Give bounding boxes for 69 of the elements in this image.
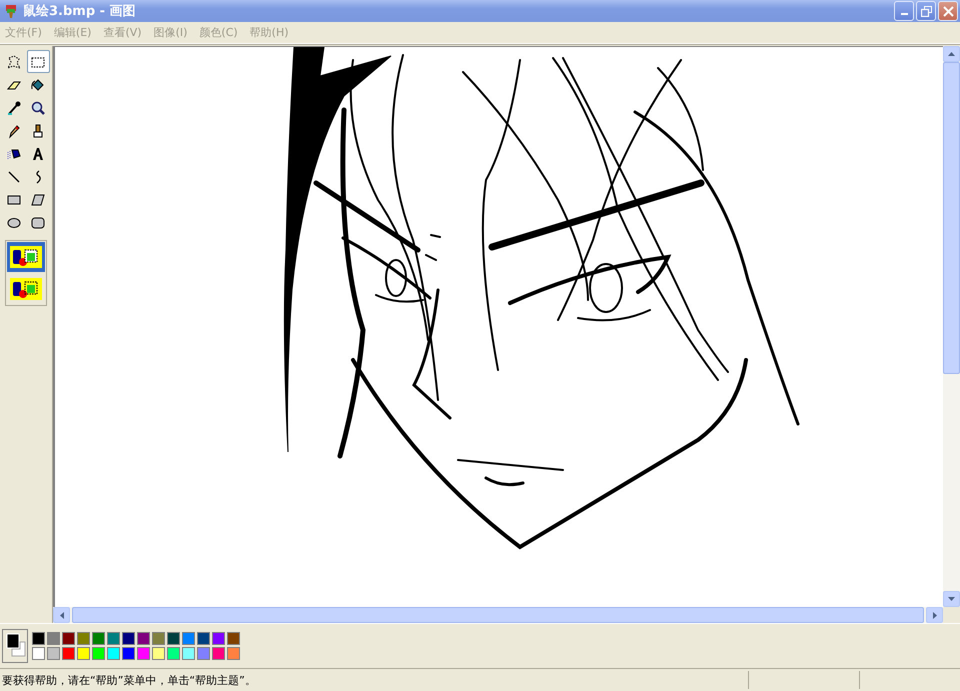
color-swatch[interactable] xyxy=(212,647,225,660)
tool-button[interactable] xyxy=(26,50,50,73)
tool-icon xyxy=(30,76,46,92)
restore-button[interactable] xyxy=(916,1,936,21)
scroll-up-button[interactable] xyxy=(943,46,960,62)
color-swatch[interactable] xyxy=(47,647,60,660)
color-swatch[interactable] xyxy=(107,647,120,660)
shapes-icon xyxy=(10,278,42,300)
color-swatch[interactable] xyxy=(182,632,195,645)
color-swatch[interactable] xyxy=(32,632,45,645)
color-swatch[interactable] xyxy=(62,632,75,645)
color-swatch[interactable] xyxy=(137,632,150,645)
color-swatch[interactable] xyxy=(92,647,105,660)
tool-icon xyxy=(30,100,46,116)
color-swatch[interactable] xyxy=(227,632,240,645)
right-arrow-icon xyxy=(932,612,936,618)
color-swatch[interactable] xyxy=(182,647,195,660)
menu-item[interactable]: 帮助(H) xyxy=(244,25,296,40)
drawing-canvas[interactable] xyxy=(53,46,943,607)
window-title: 鼠绘3.bmp - 画图 xyxy=(23,3,137,20)
down-arrow-icon xyxy=(948,597,955,601)
color-swatch[interactable] xyxy=(107,632,120,645)
tool-icon xyxy=(6,168,22,184)
tool-icon xyxy=(30,192,46,208)
color-swatch[interactable] xyxy=(167,647,180,660)
color-swatch[interactable] xyxy=(122,632,135,645)
menu-item[interactable]: 编辑(E) xyxy=(48,25,98,40)
scroll-left-button[interactable] xyxy=(53,607,70,623)
scroll-right-button[interactable] xyxy=(926,607,943,623)
tool-icon xyxy=(6,54,22,70)
close-button[interactable] xyxy=(938,1,958,21)
color-swatch[interactable] xyxy=(122,647,135,660)
scroll-down-button[interactable] xyxy=(943,591,960,607)
status-text: 要获得帮助，请在“帮助”菜单中，单击“帮助主题”。 xyxy=(1,672,257,688)
menu-item[interactable]: 查看(V) xyxy=(98,25,149,40)
restore-icon xyxy=(920,6,932,16)
menu-item[interactable]: 文件(F) xyxy=(0,25,49,40)
scroll-thumb[interactable] xyxy=(943,62,960,374)
color-swatch[interactable] xyxy=(167,632,180,645)
color-swatch[interactable] xyxy=(77,647,90,660)
color-swatch[interactable] xyxy=(227,647,240,660)
color-swatch[interactable] xyxy=(32,647,45,660)
foreground-color-swatch[interactable] xyxy=(6,634,20,648)
tool-icon xyxy=(6,100,22,116)
tool-icon xyxy=(30,214,46,230)
color-swatch[interactable] xyxy=(152,632,165,645)
minimize-button[interactable] xyxy=(894,1,914,21)
menu-item[interactable]: 颜色(C) xyxy=(194,25,245,40)
color-swatch[interactable] xyxy=(212,632,225,645)
color-swatch[interactable] xyxy=(62,647,75,660)
menu-item[interactable]: 图像(I) xyxy=(148,25,194,40)
color-swatch[interactable] xyxy=(137,647,150,660)
color-swatch[interactable] xyxy=(77,632,90,645)
close-icon xyxy=(942,6,954,16)
paint-brush-icon xyxy=(4,3,18,19)
transparency-option[interactable] xyxy=(7,242,45,272)
vertical-scrollbar[interactable] xyxy=(943,46,960,607)
background-color-swatch[interactable] xyxy=(12,642,26,656)
minimize-icon xyxy=(900,13,908,15)
tool-icon xyxy=(30,146,46,162)
tool-icon xyxy=(6,122,22,138)
color-swatch[interactable] xyxy=(92,632,105,645)
left-arrow-icon xyxy=(60,612,64,618)
color-swatch[interactable] xyxy=(152,647,165,660)
shapes-icon xyxy=(10,246,42,268)
color-swatch[interactable] xyxy=(47,632,60,645)
color-swatch[interactable] xyxy=(197,647,210,660)
color-swatch[interactable] xyxy=(197,632,210,645)
up-arrow-icon xyxy=(948,52,955,56)
